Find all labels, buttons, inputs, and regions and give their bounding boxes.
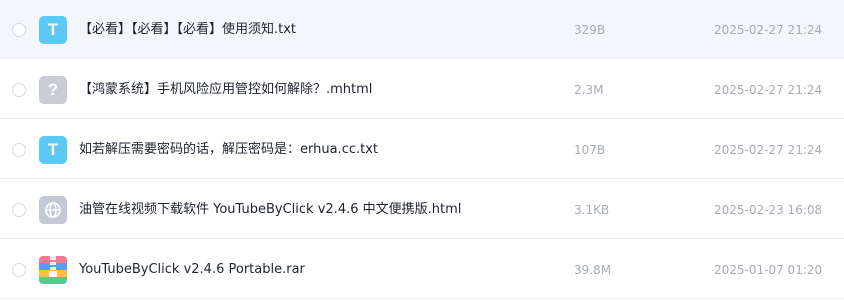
file-row[interactable]: ? 【鸿蒙系统】手机风险应用管控如何解除？.mhtml 2.3M 2025-02… [0, 60, 844, 119]
archive-icon [39, 256, 67, 284]
file-date: 2025-02-23 16:08 [714, 203, 823, 217]
file-date: 2025-02-27 21:24 [714, 143, 823, 157]
file-name[interactable]: 如若解压需要密码的话，解压密码是：erhua.cc.txt [79, 141, 378, 159]
row-checkbox[interactable] [12, 203, 26, 217]
file-size: 329B [574, 23, 606, 37]
txt-file-icon: T [39, 16, 67, 44]
file-name[interactable]: 【鸿蒙系统】手机风险应用管控如何解除？.mhtml [79, 81, 372, 99]
row-checkbox[interactable] [12, 143, 26, 157]
globe-icon [45, 202, 61, 218]
file-size: 107B [574, 143, 606, 157]
file-date: 2025-02-27 21:24 [714, 83, 823, 97]
file-row[interactable]: 油管在线视频下载软件 YouTubeByClick v2.4.6 中文便携版.h… [0, 180, 844, 239]
file-row[interactable]: YouTubeByClick v2.4.6 Portable.rar 39.8M… [0, 240, 844, 299]
file-row[interactable]: T 如若解压需要密码的话，解压密码是：erhua.cc.txt 107B 202… [0, 120, 844, 179]
html-file-icon [39, 196, 67, 224]
file-list: T 【必看】【必看】【必看】使用须知.txt 329B 2025-02-27 2… [0, 0, 844, 300]
file-name[interactable]: 【必看】【必看】【必看】使用须知.txt [79, 21, 296, 39]
unknown-file-glyph: ? [47, 80, 59, 99]
file-date: 2025-01-07 01:20 [714, 263, 823, 277]
file-size: 2.3M [574, 83, 604, 97]
file-size: 39.8M [574, 263, 612, 277]
row-checkbox[interactable] [12, 23, 26, 37]
file-row[interactable]: T 【必看】【必看】【必看】使用须知.txt 329B 2025-02-27 2… [0, 0, 844, 59]
row-checkbox[interactable] [12, 83, 26, 97]
txt-file-icon: T [39, 136, 67, 164]
file-name[interactable]: 油管在线视频下载软件 YouTubeByClick v2.4.6 中文便携版.h… [79, 201, 461, 219]
unknown-file-icon: ? [39, 76, 67, 104]
row-checkbox[interactable] [12, 263, 26, 277]
txt-file-glyph: T [47, 20, 59, 39]
file-date: 2025-02-27 21:24 [714, 23, 823, 37]
file-size: 3.1KB [574, 203, 610, 217]
txt-file-glyph: T [47, 140, 59, 159]
rar-file-icon [39, 256, 67, 284]
file-name[interactable]: YouTubeByClick v2.4.6 Portable.rar [79, 261, 305, 279]
